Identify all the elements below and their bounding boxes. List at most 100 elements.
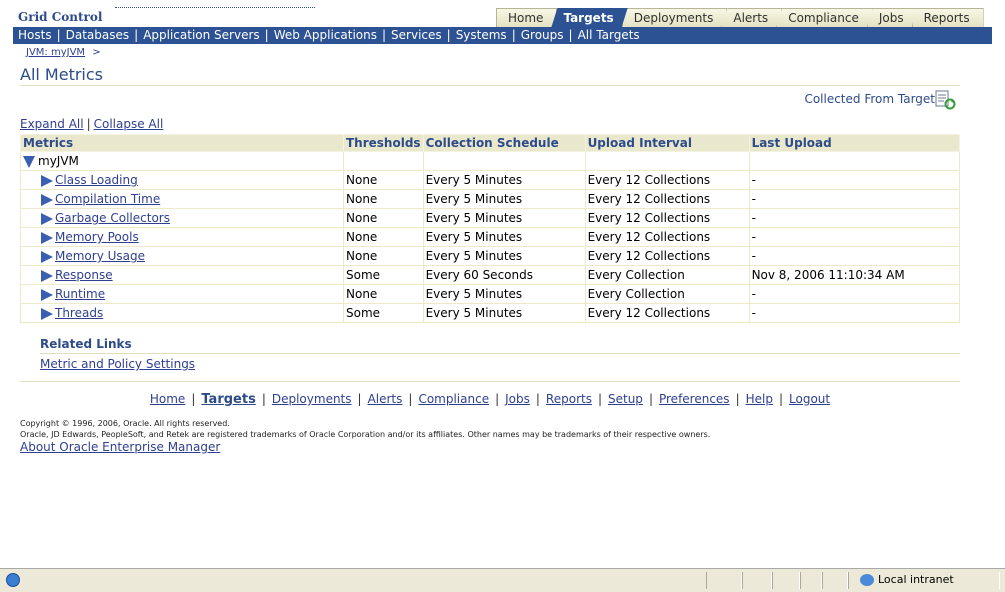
cell-metric[interactable]: Memory Pools	[20, 227, 344, 247]
footer-link-targets[interactable]: Targets	[201, 392, 255, 407]
footer-link-jobs[interactable]: Jobs	[505, 392, 530, 406]
cell-schedule: Every 5 Minutes	[422, 227, 586, 247]
metric-link[interactable]: Memory Pools	[55, 230, 139, 244]
separator: |	[495, 392, 500, 406]
tab-home[interactable]: Home	[496, 8, 558, 27]
triangle-right-icon[interactable]	[41, 250, 53, 263]
cell-thresholds: None	[343, 284, 424, 304]
triangle-right-icon[interactable]	[41, 269, 53, 282]
empty-cell	[748, 151, 961, 171]
cell-schedule: Every 5 Minutes	[422, 189, 586, 209]
triangle-down-icon[interactable]	[23, 155, 35, 168]
breadcrumb-separator: >	[92, 47, 101, 58]
triangle-right-icon[interactable]	[41, 212, 53, 225]
metric-link[interactable]: Class Loading	[55, 173, 138, 187]
status-cell	[742, 572, 772, 589]
status-cell	[822, 572, 848, 589]
table-row: Memory Pools None Every 5 Minutes Every 12 …	[20, 227, 961, 247]
triangle-right-icon[interactable]	[41, 193, 53, 206]
footer-link-setup[interactable]: Setup	[608, 392, 643, 406]
metric-link[interactable]: Response	[55, 268, 113, 282]
triangle-right-icon[interactable]	[41, 307, 53, 320]
triangle-right-icon[interactable]	[41, 288, 53, 301]
subnav-services[interactable]: Services	[391, 28, 442, 42]
metric-link[interactable]: Threads	[55, 306, 103, 320]
subnav-groups[interactable]: Groups	[521, 28, 564, 42]
tab-targets[interactable]: Targets	[551, 8, 628, 27]
footer-navigation: Home | Targets | Deployments | Alerts | Complian…	[0, 392, 980, 407]
table-row: Response Some Every 60 Seconds Every Collec…	[20, 265, 961, 285]
tab-deployments[interactable]: Deployments	[621, 8, 728, 27]
cell-metric[interactable]: Runtime	[20, 284, 344, 304]
metric-link[interactable]: Memory Usage	[55, 249, 145, 263]
header-collection-schedule[interactable]: Collection Schedule	[422, 134, 586, 152]
cell-metric[interactable]: Class Loading	[20, 170, 344, 190]
subnav-application-servers[interactable]: Application Servers	[143, 28, 259, 42]
separator: |	[446, 28, 451, 42]
cell-metric[interactable]: Response	[20, 265, 344, 285]
cell-schedule: Every 5 Minutes	[422, 208, 586, 228]
subnav-web-applications[interactable]: Web Applications	[274, 28, 377, 42]
footer-link-alerts[interactable]: Alerts	[368, 392, 403, 406]
sub-navigation: Hosts | Databases | Application Servers | Web …	[13, 27, 992, 44]
group-cell[interactable]: myJVM	[20, 151, 344, 171]
cell-metric[interactable]: Compilation Time	[20, 189, 344, 209]
browser-page-icon	[6, 573, 20, 587]
header-metrics[interactable]: Metrics	[20, 134, 344, 152]
footer-link-home[interactable]: Home	[150, 392, 185, 406]
separator: |	[357, 392, 362, 406]
footer-link-help[interactable]: Help	[746, 392, 773, 406]
tab-alerts[interactable]: Alerts	[721, 8, 783, 27]
table-row: Memory Usage None Every 5 Minutes Every 12 …	[20, 246, 961, 266]
browser-status-bar: Local intranet	[0, 568, 1005, 592]
footer-link-preferences[interactable]: Preferences	[659, 392, 730, 406]
metric-link[interactable]: Compilation Time	[55, 192, 160, 206]
cell-thresholds: None	[343, 246, 424, 266]
empty-cell	[584, 151, 750, 171]
expand-all-link[interactable]: Expand All	[20, 117, 84, 131]
table-row: Runtime None Every 5 Minutes Every Collecti…	[20, 284, 961, 304]
cell-last: -	[748, 284, 961, 304]
metric-link[interactable]: Runtime	[55, 287, 105, 301]
subnav-hosts[interactable]: Hosts	[18, 28, 52, 42]
cell-upload: Every 12 Collections	[584, 170, 750, 190]
cell-upload: Every 12 Collections	[584, 208, 750, 228]
brand-title: Grid Control	[18, 10, 103, 24]
separator: |	[56, 28, 61, 42]
cell-metric[interactable]: Memory Usage	[20, 246, 344, 266]
header-thresholds[interactable]: Thresholds	[343, 134, 424, 152]
subnav-databases[interactable]: Databases	[66, 28, 130, 42]
main-tabs: Home Targets Deployments Alerts Compliance Jo…	[496, 8, 984, 27]
separator: |	[597, 392, 602, 406]
cell-last: -	[748, 246, 961, 266]
breadcrumb-link[interactable]: JVM: myJVM	[26, 47, 85, 58]
separator: |	[735, 392, 740, 406]
tab-jobs[interactable]: Jobs	[866, 8, 918, 27]
metrics-table-body: myJVM Class Loading None Every 5 Minutes Ev…	[20, 151, 961, 323]
metric-link[interactable]: Garbage Collectors	[55, 211, 170, 225]
cell-metric[interactable]: Garbage Collectors	[20, 208, 344, 228]
footer-link-deployments[interactable]: Deployments	[272, 392, 352, 406]
header-upload-interval[interactable]: Upload Interval	[584, 134, 750, 152]
tab-reports[interactable]: Reports	[911, 8, 984, 27]
triangle-right-icon[interactable]	[41, 231, 53, 244]
footer-link-reports[interactable]: Reports	[546, 392, 592, 406]
collapse-all-link[interactable]: Collapse All	[94, 117, 164, 131]
separator: |	[568, 28, 573, 42]
tab-compliance[interactable]: Compliance	[776, 8, 873, 27]
footer-link-compliance[interactable]: Compliance	[418, 392, 489, 406]
scrollbar-area[interactable]	[995, 0, 1005, 568]
subnav-all-targets[interactable]: All Targets	[578, 28, 640, 42]
separator: |	[511, 28, 516, 42]
about-oem-link[interactable]: About Oracle Enterprise Manager	[20, 440, 220, 454]
cell-schedule: Every 60 Seconds	[422, 265, 586, 285]
metric-policy-settings-link[interactable]: Metric and Policy Settings	[40, 357, 195, 371]
subnav-systems[interactable]: Systems	[456, 28, 507, 42]
refresh-document-icon[interactable]	[934, 90, 956, 110]
cell-metric[interactable]: Threads	[20, 303, 344, 323]
footer-link-logout[interactable]: Logout	[789, 392, 830, 406]
header-last-upload[interactable]: Last Upload	[748, 134, 961, 152]
brand-decoration	[115, 4, 315, 8]
triangle-right-icon[interactable]	[41, 174, 53, 187]
app-header: Grid Control Home Targets Deployments Alert…	[0, 0, 1005, 27]
